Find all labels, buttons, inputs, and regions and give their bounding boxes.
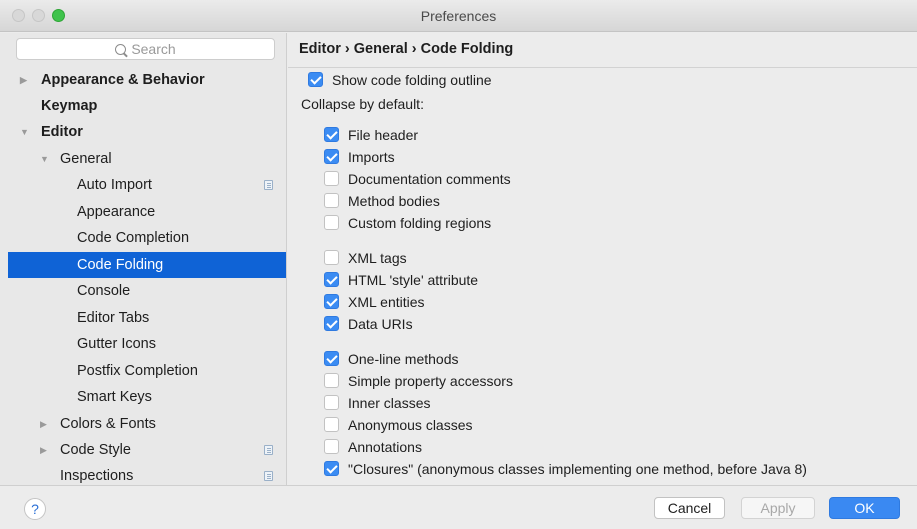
checkbox-label: Inner classes bbox=[348, 395, 431, 411]
tree-item-label: Console bbox=[77, 283, 131, 299]
ok-button[interactable]: OK bbox=[829, 497, 900, 519]
tree-item-label: Postfix Completion bbox=[77, 363, 198, 379]
checkbox-unchecked-icon[interactable] bbox=[324, 171, 339, 186]
tree-item-code-style[interactable]: ▶ Code Style bbox=[8, 437, 286, 463]
checkbox-label: Anonymous classes bbox=[348, 417, 473, 433]
tree-item-code-folding[interactable]: Code Folding bbox=[8, 252, 286, 278]
checkbox-label: File header bbox=[348, 127, 419, 143]
tree-item-label: Code Completion bbox=[77, 230, 190, 246]
checkbox-unchecked-icon[interactable] bbox=[324, 439, 339, 454]
tree-item-postfix-completion[interactable]: Postfix Completion bbox=[8, 358, 286, 384]
tree-item-label: Smart Keys bbox=[77, 389, 152, 405]
checkbox-checked-icon[interactable] bbox=[324, 351, 339, 366]
tree-item-smart-keys[interactable]: Smart Keys bbox=[8, 384, 286, 410]
checkbox-checked-icon[interactable] bbox=[308, 72, 323, 87]
checkbox-checked-icon[interactable] bbox=[324, 149, 339, 164]
tree-item-label: Colors & Fonts bbox=[60, 416, 156, 432]
tree-item-label: Keymap bbox=[41, 98, 98, 114]
tree-item-editor-tabs[interactable]: Editor Tabs bbox=[8, 305, 286, 331]
checkbox-label: Method bodies bbox=[348, 193, 440, 209]
breadcrumb: Editor › General › Code Folding bbox=[299, 41, 514, 57]
checkbox-checked-icon[interactable] bbox=[324, 316, 339, 331]
cancel-button[interactable]: Cancel bbox=[654, 497, 725, 519]
checkbox-label: Annotations bbox=[348, 439, 422, 455]
checkbox-label: One-line methods bbox=[348, 351, 459, 367]
checkbox-checked-icon[interactable] bbox=[324, 272, 339, 287]
checkbox-unchecked-icon[interactable] bbox=[324, 215, 339, 230]
checkbox-unchecked-icon[interactable] bbox=[324, 373, 339, 388]
help-button[interactable]: ? bbox=[24, 498, 46, 520]
checkbox-label: XML tags bbox=[348, 250, 407, 266]
tree-item-label: Editor bbox=[41, 124, 83, 140]
tree-item-label: Auto Import bbox=[77, 177, 152, 193]
tree-item-label: Editor Tabs bbox=[77, 310, 150, 326]
checkbox-label: Documentation comments bbox=[348, 171, 511, 187]
checkbox-label: Custom folding regions bbox=[348, 215, 492, 231]
tree-item-code-completion[interactable]: Code Completion bbox=[8, 225, 286, 251]
title-bar: Preferences bbox=[0, 0, 917, 32]
tree-item-gutter-icons[interactable]: Gutter Icons bbox=[8, 331, 286, 357]
tree-item-label: Code Style bbox=[60, 442, 131, 458]
checkbox-checked-icon[interactable] bbox=[324, 294, 339, 309]
checkbox-checked-icon[interactable] bbox=[324, 461, 339, 476]
checkbox-label: Data URIs bbox=[348, 316, 413, 332]
search-icon bbox=[115, 44, 127, 55]
window-title: Preferences bbox=[420, 8, 497, 24]
settings-tree: Search ▶ Appearance & Behavior Keymap ▼ … bbox=[0, 33, 287, 485]
expand-arrow-icon[interactable]: ▶ bbox=[20, 67, 27, 93]
code-folding-panel: Editor › General › Code Folding Show cod… bbox=[288, 33, 917, 485]
tree-item-auto-import[interactable]: Auto Import bbox=[8, 172, 286, 198]
checkbox-unchecked-icon[interactable] bbox=[324, 395, 339, 410]
tree-item-label: Code Folding bbox=[77, 257, 164, 273]
search-placeholder: Search bbox=[131, 41, 176, 57]
checkbox-label: XML entities bbox=[348, 294, 425, 310]
checkbox-checked-icon[interactable] bbox=[324, 127, 339, 142]
tree-item-console[interactable]: Console bbox=[8, 278, 286, 304]
checkbox-unchecked-icon[interactable] bbox=[324, 250, 339, 265]
expand-arrow-icon[interactable]: ▶ bbox=[40, 437, 47, 463]
expand-arrow-icon[interactable]: ▶ bbox=[40, 411, 47, 437]
project-settings-icon bbox=[264, 180, 273, 190]
tree-item-inspections[interactable]: Inspections bbox=[8, 463, 286, 485]
checkbox-label: Imports bbox=[348, 149, 395, 165]
project-settings-icon bbox=[264, 471, 273, 481]
tree-item-label: Inspections bbox=[60, 468, 134, 484]
tree-item-label: Appearance & Behavior bbox=[41, 72, 205, 88]
tree-item-general[interactable]: ▼ General bbox=[8, 146, 286, 172]
search-input[interactable]: Search bbox=[16, 38, 275, 60]
tree-item-keymap[interactable]: Keymap bbox=[8, 93, 286, 119]
tree-item-label: General bbox=[60, 151, 112, 167]
tree-item-appearance-behavior[interactable]: ▶ Appearance & Behavior bbox=[8, 67, 286, 93]
checkbox-label: Simple property accessors bbox=[348, 373, 513, 389]
project-settings-icon bbox=[264, 445, 273, 455]
apply-button[interactable]: Apply bbox=[741, 497, 815, 519]
tree-item-label: Appearance bbox=[77, 204, 156, 220]
checkbox-unchecked-icon[interactable] bbox=[324, 417, 339, 432]
checkbox-label: HTML 'style' attribute bbox=[348, 272, 479, 288]
tree-item-label: Gutter Icons bbox=[77, 336, 156, 352]
divider bbox=[288, 67, 917, 68]
dialog-button-bar: ? Cancel Apply OK bbox=[0, 485, 917, 529]
tree-item-appearance[interactable]: Appearance bbox=[8, 199, 286, 225]
tree-item-editor[interactable]: ▼ Editor bbox=[8, 119, 286, 145]
collapse-arrow-icon[interactable]: ▼ bbox=[40, 146, 49, 172]
checkbox-label: Show code folding outline bbox=[332, 72, 492, 88]
collapse-arrow-icon[interactable]: ▼ bbox=[20, 119, 29, 145]
collapse-heading: Collapse by default: bbox=[301, 96, 424, 112]
tree-item-colors-fonts[interactable]: ▶ Colors & Fonts bbox=[8, 411, 286, 437]
checkbox-unchecked-icon[interactable] bbox=[324, 193, 339, 208]
preferences-window: Preferences Search ▶ Appearance & Behavi… bbox=[0, 0, 917, 529]
checkbox-label: "Closures" (anonymous classes implementi… bbox=[348, 461, 807, 477]
